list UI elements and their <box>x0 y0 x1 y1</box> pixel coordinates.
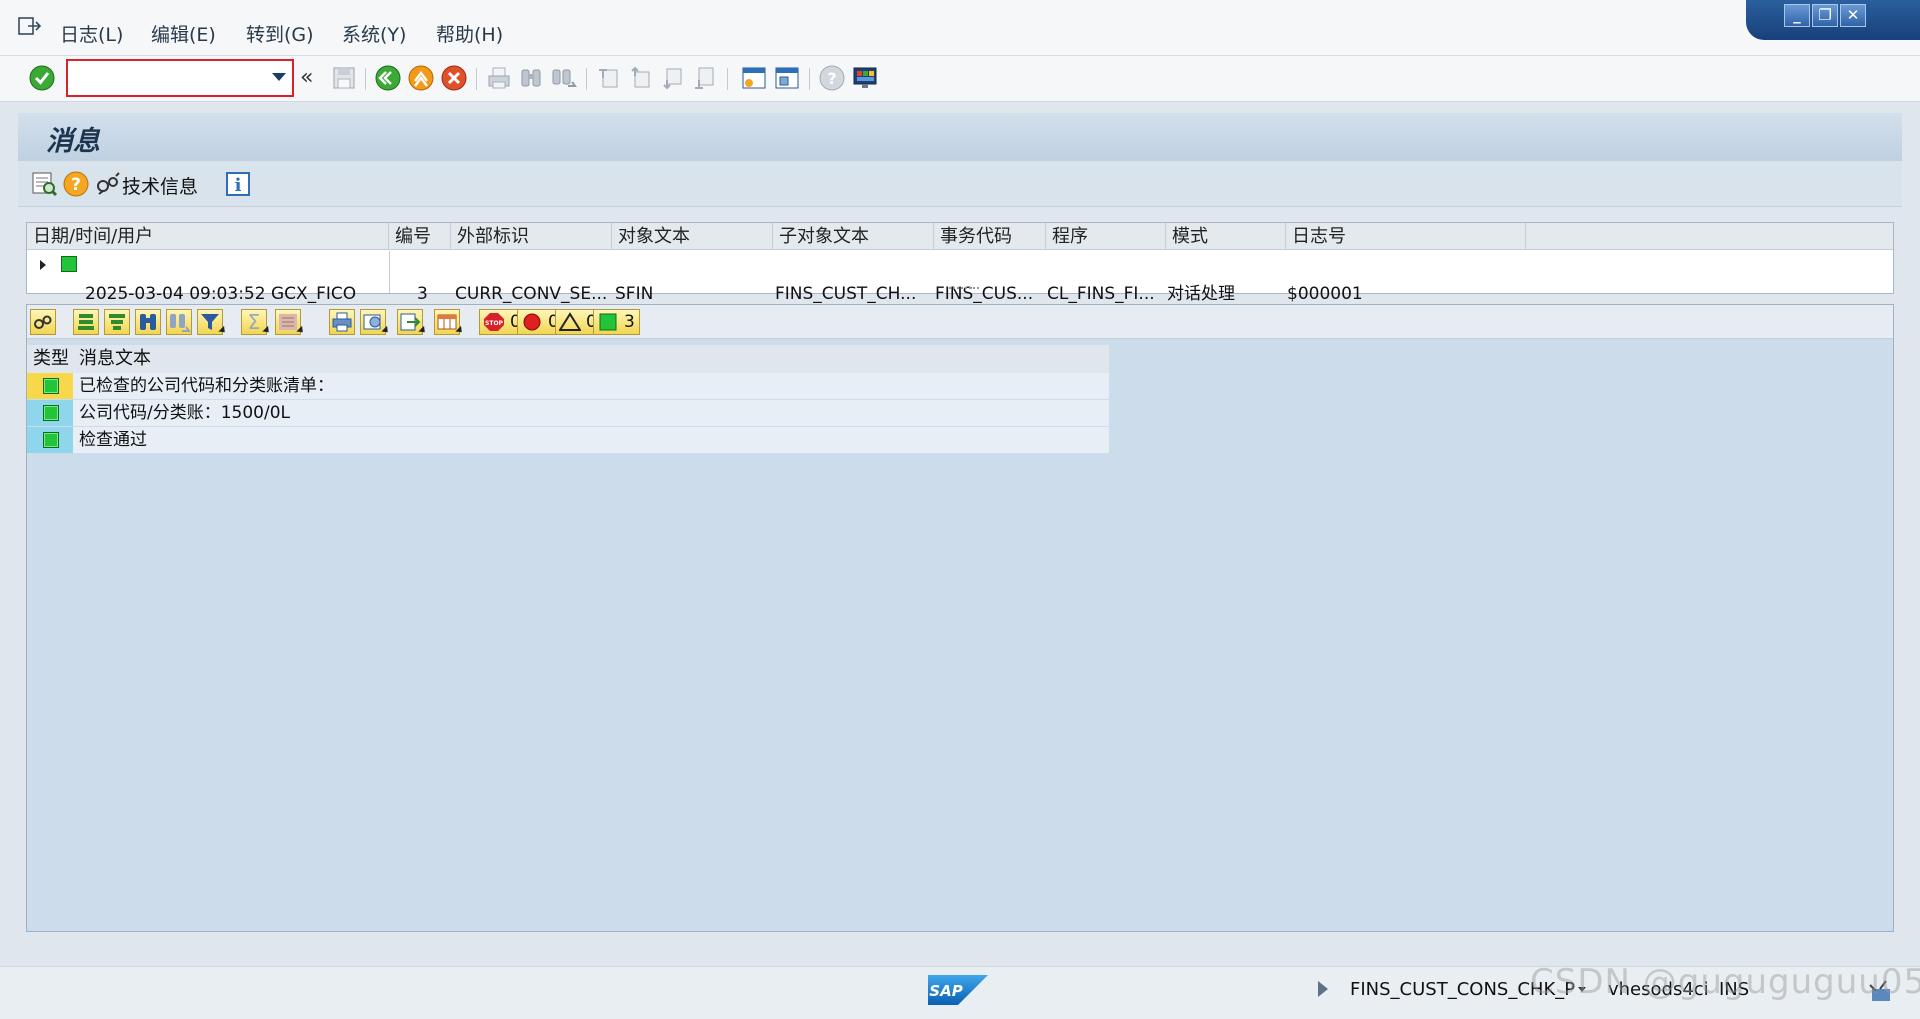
restore-button[interactable]: ❐ <box>1812 4 1838 27</box>
menu-edit[interactable]: 编辑(E) <box>151 20 216 47</box>
log-header-table: 日期/时间/用户 编号 外部标识 对象文本 子对象文本 事务代码 程序 模式 日… <box>26 222 1894 304</box>
success-count: 3 <box>624 312 635 332</box>
save-icon[interactable] <box>330 64 358 92</box>
message-toolbar: Σ STOP 0 0 0 3 <box>27 305 1893 339</box>
warning-icon <box>559 312 581 331</box>
svg-text:?: ? <box>71 175 81 195</box>
splitter-handle[interactable] <box>949 287 979 291</box>
type-cell <box>27 427 73 453</box>
menu-help[interactable]: 帮助(H) <box>436 20 503 47</box>
application-toolbar: ? 技术信息 i <box>18 161 1902 207</box>
menu-bar: 日志(L) 编辑(E) 转到(G) 系统(Y) 帮助(H) _ ❐ ✕ <box>0 0 1920 56</box>
column-header-subobject-text[interactable]: 子对象文本 <box>773 223 934 250</box>
svg-text:SAP: SAP <box>929 982 962 1000</box>
column-header-type[interactable]: 类型 <box>27 345 73 373</box>
table-row[interactable]: 检查通过 <box>27 427 1109 453</box>
column-header-tcode[interactable]: 事务代码 <box>934 223 1046 250</box>
message-text: 检查通过 <box>73 427 1109 453</box>
table-row[interactable]: 已检查的公司代码和分类账清单： <box>27 373 1109 399</box>
success-count-badge[interactable]: 3 <box>593 309 640 335</box>
app-menu-icon[interactable] <box>18 16 42 36</box>
expand-arrow-icon[interactable] <box>40 260 46 270</box>
table-row[interactable]: 2025-03-04 09:03:52 GCX_FICO 3 CURR_CONV… <box>27 251 1893 304</box>
success-icon <box>43 432 59 448</box>
type-cell <box>27 400 73 426</box>
column-header-message-text[interactable]: 消息文本 <box>73 345 1109 373</box>
find-next-icon[interactable] <box>550 64 578 92</box>
tech-info-icon[interactable] <box>30 309 56 335</box>
exit-icon[interactable] <box>407 64 435 92</box>
find-icon[interactable] <box>135 309 161 335</box>
collapse-command-icon[interactable]: « <box>300 64 328 92</box>
customize-layout-icon[interactable] <box>851 64 879 92</box>
total-icon[interactable]: Σ <box>241 309 267 335</box>
column-header-log-number[interactable]: 日志号 <box>1286 223 1526 250</box>
find-icon[interactable] <box>517 64 545 92</box>
standard-toolbar: « ? <box>0 56 1920 102</box>
filter-icon[interactable] <box>197 309 223 335</box>
help-icon[interactable]: ? <box>818 64 846 92</box>
cancel-icon[interactable] <box>440 64 468 92</box>
next-page-icon[interactable] <box>659 64 687 92</box>
status-green-icon <box>61 256 77 272</box>
help-long-text-icon[interactable]: ? <box>62 170 90 198</box>
prev-page-icon[interactable] <box>627 64 655 92</box>
display-details-icon[interactable] <box>30 170 58 198</box>
table-row[interactable]: 公司代码/分类账：1500/0L <box>27 400 1109 426</box>
tech-info-icon[interactable] <box>94 170 122 198</box>
last-page-icon[interactable] <box>691 64 719 92</box>
svg-text:?: ? <box>827 69 836 88</box>
svg-text:STOP: STOP <box>485 320 504 327</box>
menu-system[interactable]: 系统(Y) <box>342 20 406 47</box>
minimize-button[interactable]: _ <box>1784 4 1810 27</box>
message-text: 已检查的公司代码和分类账清单： <box>73 373 1109 399</box>
export-icon[interactable] <box>397 309 423 335</box>
sort-ascending-icon[interactable] <box>73 309 99 335</box>
chevron-down-icon[interactable] <box>272 73 286 81</box>
tech-info-button[interactable]: 技术信息 <box>122 172 198 199</box>
message-text: 公司代码/分类账：1500/0L <box>73 400 1109 426</box>
type-cell <box>27 373 73 399</box>
stop-icon: STOP <box>484 313 504 331</box>
sort-descending-icon[interactable] <box>104 309 130 335</box>
success-icon <box>43 378 59 394</box>
page-title: 消息 <box>46 126 100 157</box>
enter-icon[interactable] <box>28 64 56 92</box>
menu-log[interactable]: 日志(L) <box>60 20 123 47</box>
screen-title-bar: 消息 <box>18 113 1902 161</box>
back-icon[interactable] <box>374 64 402 92</box>
column-header-object-text[interactable]: 对象文本 <box>612 223 773 250</box>
menu-goto[interactable]: 转到(G) <box>246 20 314 47</box>
command-input[interactable] <box>74 66 262 92</box>
layout-icon[interactable] <box>434 309 460 335</box>
print-icon[interactable] <box>329 309 355 335</box>
svg-text:i: i <box>235 175 242 196</box>
window-controls: _ ❐ ✕ <box>1746 0 1920 40</box>
info-icon[interactable]: i <box>224 170 252 198</box>
column-header-external-id[interactable]: 外部标识 <box>451 223 612 250</box>
first-page-icon[interactable] <box>595 64 623 92</box>
green-light-icon <box>599 313 617 331</box>
shortcut-icon[interactable] <box>773 64 801 92</box>
print-icon[interactable] <box>485 64 513 92</box>
views-icon[interactable] <box>360 309 386 335</box>
message-detail-area: Σ STOP 0 0 0 3 类型 消息文本 已检查的公司代码和分类账清单： 公… <box>26 304 1894 932</box>
column-header-number[interactable]: 编号 <box>389 223 451 250</box>
column-header-datetime-user[interactable]: 日期/时间/用户 <box>27 223 389 250</box>
svg-text:Σ: Σ <box>248 310 261 334</box>
close-window-button[interactable]: ✕ <box>1840 4 1866 27</box>
find-next-icon[interactable] <box>166 309 192 335</box>
new-session-icon[interactable] <box>740 64 768 92</box>
command-field[interactable] <box>66 59 294 97</box>
status-expand-icon[interactable] <box>1318 981 1328 997</box>
watermark: CSDN @guguguguu0527 <box>1530 962 1920 1002</box>
subtotal-icon[interactable] <box>275 309 301 335</box>
sap-logo: SAP <box>928 975 988 1005</box>
success-icon <box>43 405 59 421</box>
red-light-icon <box>523 313 541 331</box>
column-header-mode[interactable]: 模式 <box>1166 223 1286 250</box>
column-header-program[interactable]: 程序 <box>1046 223 1166 250</box>
